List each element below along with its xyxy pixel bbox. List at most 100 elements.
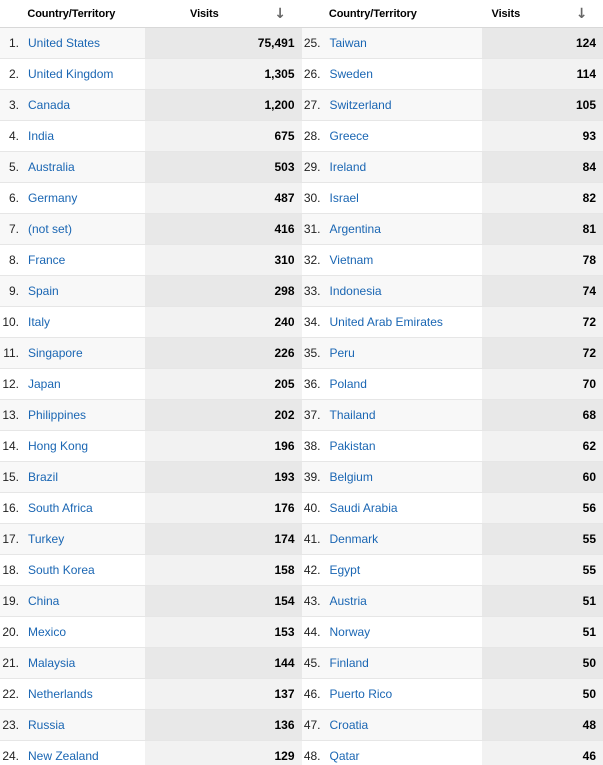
header-country-left[interactable]: Country/Territory (22, 8, 146, 20)
table-row[interactable]: 15. Brazil 193 (0, 462, 302, 493)
country-link[interactable]: Canada (23, 90, 145, 120)
country-link[interactable]: Argentina (325, 214, 482, 244)
country-link[interactable]: Turkey (23, 524, 145, 554)
country-link[interactable]: Russia (23, 710, 145, 740)
country-link[interactable]: Italy (23, 307, 145, 337)
country-link[interactable]: Brazil (23, 462, 145, 492)
table-row[interactable]: 5. Australia 503 (0, 152, 302, 183)
table-row[interactable]: 47. Croatia 48 (301, 710, 603, 741)
country-link[interactable]: Puerto Rico (325, 679, 482, 709)
table-row[interactable]: 27. Switzerland 105 (301, 90, 603, 121)
table-row[interactable]: 9. Spain 298 (0, 276, 302, 307)
table-row[interactable]: 38. Pakistan 62 (301, 431, 603, 462)
table-row[interactable]: 6. Germany 487 (0, 183, 302, 214)
country-link[interactable]: Philippines (23, 400, 145, 430)
sort-descending-icon-right[interactable]: ↓ (560, 7, 603, 21)
country-link[interactable]: Israel (325, 183, 482, 213)
country-link[interactable]: United Arab Emirates (325, 307, 482, 337)
table-row[interactable]: 37. Thailand 68 (301, 400, 603, 431)
country-link[interactable]: New Zealand (23, 741, 145, 765)
table-row[interactable]: 19. China 154 (0, 586, 302, 617)
country-link[interactable]: Taiwan (325, 28, 482, 58)
table-row[interactable]: 48. Qatar 46 (301, 741, 603, 765)
country-link[interactable]: Malaysia (23, 648, 145, 678)
header-country-right[interactable]: Country/Territory (324, 8, 448, 20)
table-row[interactable]: 10. Italy 240 (0, 307, 302, 338)
table-row[interactable]: 26. Sweden 114 (301, 59, 603, 90)
header-visits-left[interactable]: Visits (146, 8, 259, 20)
country-link[interactable]: Japan (23, 369, 145, 399)
table-row[interactable]: 18. South Korea 158 (0, 555, 302, 586)
header-visits-right[interactable]: Visits (447, 8, 560, 20)
table-row[interactable]: 41. Denmark 55 (301, 524, 603, 555)
table-row[interactable]: 42. Egypt 55 (301, 555, 603, 586)
table-row[interactable]: 45. Finland 50 (301, 648, 603, 679)
country-link[interactable]: United States (23, 28, 145, 58)
table-row[interactable]: 36. Poland 70 (301, 369, 603, 400)
table-row[interactable]: 22. Netherlands 137 (0, 679, 302, 710)
country-link[interactable]: Singapore (23, 338, 145, 368)
table-row[interactable]: 35. Peru 72 (301, 338, 603, 369)
country-link[interactable]: Austria (325, 586, 482, 616)
table-row[interactable]: 40. Saudi Arabia 56 (301, 493, 603, 524)
country-link[interactable]: China (23, 586, 145, 616)
country-link[interactable]: Thailand (325, 400, 482, 430)
country-link[interactable]: Sweden (325, 59, 482, 89)
country-link[interactable]: Switzerland (325, 90, 482, 120)
country-link[interactable]: Germany (23, 183, 145, 213)
country-link[interactable]: Poland (325, 369, 482, 399)
table-row[interactable]: 21. Malaysia 144 (0, 648, 302, 679)
country-link[interactable]: United Kingdom (23, 59, 145, 89)
country-link[interactable]: Denmark (325, 524, 482, 554)
country-link[interactable]: Croatia (325, 710, 482, 740)
table-row[interactable]: 31. Argentina 81 (301, 214, 603, 245)
country-link[interactable]: Netherlands (23, 679, 145, 709)
country-link[interactable]: Peru (325, 338, 482, 368)
table-row[interactable]: 3. Canada 1,200 (0, 90, 302, 121)
table-row[interactable]: 1. United States 75,491 (0, 28, 302, 59)
table-row[interactable]: 20. Mexico 153 (0, 617, 302, 648)
table-row[interactable]: 29. Ireland 84 (301, 152, 603, 183)
table-row[interactable]: 25. Taiwan 124 (301, 28, 603, 59)
table-row[interactable]: 33. Indonesia 74 (301, 276, 603, 307)
table-row[interactable]: 13. Philippines 202 (0, 400, 302, 431)
country-link[interactable]: Vietnam (325, 245, 482, 275)
country-link[interactable]: Pakistan (325, 431, 482, 461)
table-row[interactable]: 4. India 675 (0, 121, 302, 152)
country-link[interactable]: (not set) (23, 214, 145, 244)
country-link[interactable]: Saudi Arabia (325, 493, 482, 523)
country-link[interactable]: Finland (325, 648, 482, 678)
country-link[interactable]: Australia (23, 152, 145, 182)
country-link[interactable]: South Korea (23, 555, 145, 585)
table-row[interactable]: 8. France 310 (0, 245, 302, 276)
table-row[interactable]: 7. (not set) 416 (0, 214, 302, 245)
table-row[interactable]: 46. Puerto Rico 50 (301, 679, 603, 710)
table-row[interactable]: 44. Norway 51 (301, 617, 603, 648)
sort-descending-icon-left[interactable]: ↓ (259, 7, 302, 21)
table-row[interactable]: 17. Turkey 174 (0, 524, 302, 555)
table-row[interactable]: 28. Greece 93 (301, 121, 603, 152)
country-link[interactable]: Indonesia (325, 276, 482, 306)
table-row[interactable]: 11. Singapore 226 (0, 338, 302, 369)
table-row[interactable]: 34. United Arab Emirates 72 (301, 307, 603, 338)
country-link[interactable]: Greece (325, 121, 482, 151)
table-row[interactable]: 23. Russia 136 (0, 710, 302, 741)
table-row[interactable]: 14. Hong Kong 196 (0, 431, 302, 462)
table-row[interactable]: 39. Belgium 60 (301, 462, 603, 493)
country-link[interactable]: Spain (23, 276, 145, 306)
country-link[interactable]: Norway (325, 617, 482, 647)
country-link[interactable]: South Africa (23, 493, 145, 523)
country-link[interactable]: Belgium (325, 462, 482, 492)
country-link[interactable]: Hong Kong (23, 431, 145, 461)
country-link[interactable]: Mexico (23, 617, 145, 647)
country-link[interactable]: Egypt (325, 555, 482, 585)
country-link[interactable]: France (23, 245, 145, 275)
country-link[interactable]: Qatar (325, 741, 482, 765)
table-row[interactable]: 43. Austria 51 (301, 586, 603, 617)
table-row[interactable]: 30. Israel 82 (301, 183, 603, 214)
table-row[interactable]: 16. South Africa 176 (0, 493, 302, 524)
country-link[interactable]: Ireland (325, 152, 482, 182)
table-row[interactable]: 12. Japan 205 (0, 369, 302, 400)
country-link[interactable]: India (23, 121, 145, 151)
table-row[interactable]: 32. Vietnam 78 (301, 245, 603, 276)
